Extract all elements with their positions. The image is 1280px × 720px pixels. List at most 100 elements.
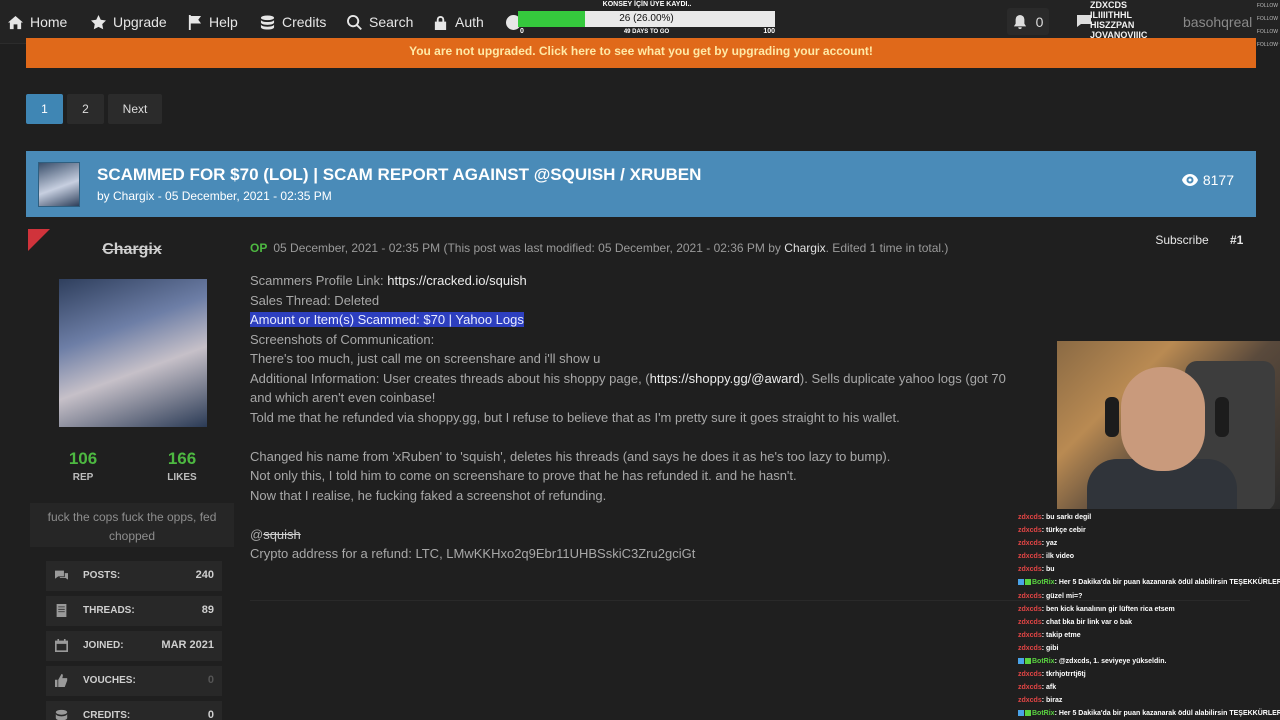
bell-icon: [1013, 14, 1026, 29]
post-line: Scammers Profile Link: https://cracked.i…: [250, 271, 1070, 291]
follow-label: FOLLOW: [1256, 42, 1278, 48]
next-page-button[interactable]: Next: [108, 94, 162, 124]
thread-author-avatar[interactable]: [38, 162, 80, 207]
nav-search[interactable]: Search: [347, 12, 413, 32]
follower-name: ZDXCDS: [1090, 0, 1128, 10]
verified-badge-icon: [1025, 710, 1031, 717]
chat-username: zdxcds: [1018, 553, 1042, 561]
chat-username: zdxcds: [1018, 618, 1042, 626]
nav-auth-label: Auth: [455, 14, 484, 30]
mention-link[interactable]: squish: [263, 527, 301, 542]
additional-suffix: ). Sells duplicate yahoo logs (got 70: [799, 370, 1006, 386]
chat-text: : chat bka bir link var o bak: [1041, 618, 1132, 626]
chat-message: zdxcds: gibi: [1018, 642, 1280, 655]
op-badge: OP: [250, 241, 268, 255]
subscribe-button[interactable]: Subscribe: [1148, 233, 1216, 251]
star-icon: [91, 14, 106, 29]
chat-text: : ilk video: [1041, 553, 1075, 561]
post-line: Changed his name from 'xRuben' to 'squis…: [250, 448, 891, 464]
nav-home[interactable]: Home: [8, 12, 67, 32]
goal-max: 100: [763, 28, 775, 35]
page-2-button[interactable]: 2: [67, 94, 104, 124]
user-stat-joined: JOINED: MAR 2021: [46, 631, 222, 661]
account-username[interactable]: basohqreal: [1183, 14, 1252, 30]
nav-upgrade[interactable]: Upgrade: [91, 12, 167, 32]
stat-value: 240: [195, 569, 214, 581]
follower-name: ILIIIITHHL: [1090, 10, 1132, 20]
chat-text: : bu: [1041, 566, 1055, 574]
modified-by-link[interactable]: Chargix: [784, 241, 825, 255]
nav-credits-label: Credits: [282, 14, 327, 30]
follow-label: FOLLOW: [1256, 3, 1278, 9]
chat-text: : ben kick kanalının gir lüften rica ets…: [1041, 605, 1175, 613]
stat-value: 89: [201, 604, 214, 616]
page-1-button[interactable]: 1: [26, 94, 63, 124]
nav-credits[interactable]: Credits: [260, 12, 326, 32]
shoppy-link[interactable]: https://shoppy.gg/@award: [650, 371, 800, 386]
follow-side-labels: FOLLOW FOLLOW FOLLOW FOLLOW: [1256, 0, 1278, 52]
profile-link-label: Scammers Profile Link:: [250, 273, 388, 288]
post-line: Told me that he refunded via shoppy.gg, …: [250, 409, 900, 425]
thumbs-up-icon: [55, 674, 68, 687]
chat-username: zdxcds: [1018, 631, 1042, 639]
follow-overlay: ZDXCDS ILIIIITHHL HISZZPAN JOVANOVIIIC: [1090, 0, 1147, 40]
post-date: 05 December, 2021 - 02:35 PM (This post …: [273, 241, 781, 255]
headphones-icon: [1105, 397, 1119, 437]
flag-icon: [188, 14, 202, 30]
post-edit-note: . Edited 1 time in total.): [825, 241, 949, 255]
post-spacer: [250, 505, 1070, 525]
highlighted-text: Amount or Item(s) Scammed: $70 | Yahoo L…: [250, 312, 524, 327]
post-number[interactable]: #1: [1230, 233, 1243, 247]
goal-overlay: KONSEY İÇİN ÜYE KAYDI.. 26 (26.00%) 0 49…: [518, 0, 776, 38]
mention-at: @: [250, 526, 264, 542]
chat-text: : Her 5 Dakika'da bir puan kazanarak ödü…: [1054, 710, 1280, 718]
webcam-overlay: [1057, 341, 1280, 509]
stat-value: 0: [207, 709, 214, 720]
notifications-button[interactable]: 0: [1007, 8, 1049, 35]
thread-views: 8177: [1181, 172, 1234, 188]
upgrade-banner[interactable]: You are not upgraded. Click here to see …: [26, 38, 1256, 68]
comments-icon: [55, 570, 68, 580]
user-stat-credits: CREDITS: 0: [46, 701, 222, 720]
post-line: Crypto address for a refund: LTC, LMwKKH…: [250, 546, 696, 561]
stream-chat-overlay: zdxcds: bu sarkı degil zdxcds: türkçe ceb…: [1018, 511, 1280, 720]
nav-search-label: Search: [369, 14, 414, 30]
stat-label: VOUCHES:: [83, 675, 136, 686]
chat-message: zdxcds: yaz: [1018, 537, 1280, 550]
scammer-profile-link[interactable]: https://cracked.io/squish: [387, 273, 526, 288]
bot-badge-icon: [1018, 710, 1024, 717]
post-line: Now that I realise, he fucking faked a s…: [250, 487, 607, 503]
chat-text: : yaz: [1041, 540, 1058, 548]
additional-prefix: Additional Information: User creates thr…: [250, 370, 650, 386]
chat-username: zdxcds: [1018, 684, 1042, 692]
bot-badge-icon: [1018, 658, 1024, 665]
nav-help[interactable]: Help: [187, 12, 238, 32]
stat-value: MAR 2021: [161, 639, 214, 651]
stat-label: THREADS:: [83, 605, 135, 616]
chat-message: zdxcds: güzel mi=?: [1018, 590, 1280, 603]
chat-username: BotRix: [1032, 579, 1055, 587]
chat-username: zdxcds: [1018, 527, 1042, 535]
chat-username: zdxcds: [1018, 514, 1042, 521]
webcam-person-head: [1121, 367, 1205, 471]
chat-message: zdxcds: ilk video: [1018, 550, 1280, 563]
post-author-name[interactable]: Chargix: [30, 241, 234, 259]
stat-value: 0: [207, 674, 214, 686]
follow-label: FOLLOW: [1256, 16, 1278, 22]
chat-message: BotRix: Her 5 Dakika'da bir puan kazanar…: [1018, 576, 1280, 589]
user-stat-posts: POSTS: 240: [46, 561, 222, 591]
goal-days-left: 49 DAYS TO GO: [623, 29, 670, 35]
chat-message: zdxcds: biraz: [1018, 694, 1280, 707]
chat-username: zdxcds: [1018, 566, 1042, 574]
user-signature: fuck the cops fuck the opps, fed chopped: [30, 503, 234, 547]
chat-text: : bu sarkı degil: [1041, 514, 1092, 521]
post-line: @squish: [250, 525, 1070, 545]
chat-username: zdxcds: [1018, 644, 1042, 652]
pagination: 1 2 Next: [26, 94, 162, 124]
nav-auth[interactable]: Auth: [433, 12, 484, 32]
chat-text: : gibi: [1041, 644, 1059, 652]
post-author-avatar[interactable]: [59, 279, 207, 427]
chat-text: : tkrhjotrrtj6tj: [1041, 671, 1086, 679]
chat-text: : güzel mi=?: [1041, 592, 1083, 600]
nav-upgrade-label: Upgrade: [113, 14, 167, 30]
